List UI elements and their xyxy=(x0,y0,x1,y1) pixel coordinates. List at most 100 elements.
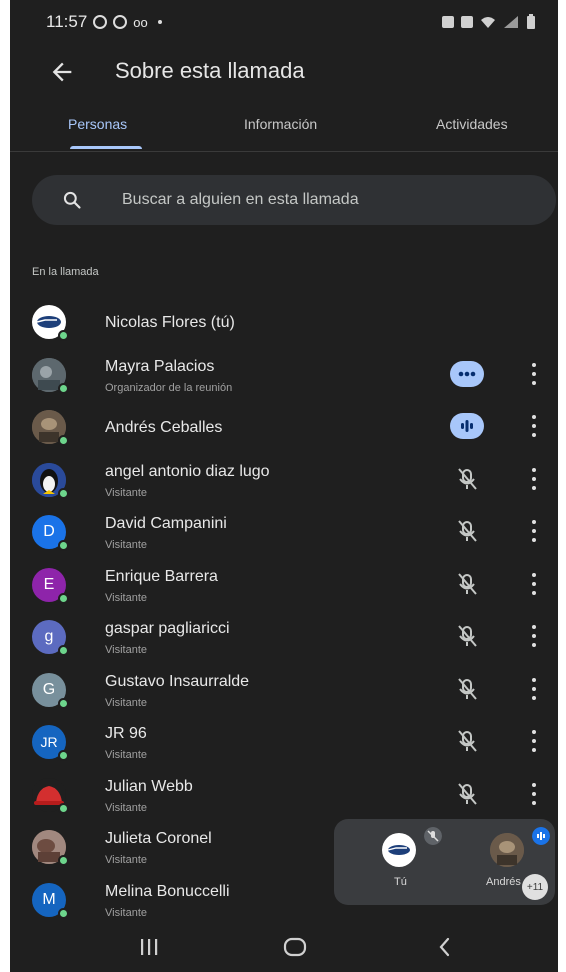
avatar-initial: g xyxy=(44,628,54,645)
avatar-initial: D xyxy=(43,523,55,540)
fish-logo-icon xyxy=(387,845,410,855)
search-bar[interactable] xyxy=(32,175,556,225)
participant-name: Melina Bonuccelli xyxy=(105,882,230,900)
avatar-initial: G xyxy=(42,680,56,698)
mic-off-icon xyxy=(458,730,477,752)
list-item[interactable]: D David Campanini Visitante xyxy=(10,506,558,559)
avatar xyxy=(32,410,69,446)
overflow-menu-icon[interactable] xyxy=(526,362,542,385)
overflow-menu-icon[interactable] xyxy=(526,415,542,437)
participant-name: Nicolas Flores (tú) xyxy=(105,314,235,331)
back-nav-icon[interactable] xyxy=(432,934,458,960)
participant-role: Organizador de la reunión xyxy=(105,381,233,394)
participant-role: Visitante xyxy=(105,539,147,551)
avatar xyxy=(32,305,69,341)
back-arrow-icon[interactable] xyxy=(48,58,76,86)
fish-logo-icon xyxy=(36,316,61,328)
call-info-screen: 11:57 oo Sobre esta llamada Personas Inf… xyxy=(10,0,558,972)
list-item[interactable]: Andrés Ceballes xyxy=(10,401,558,454)
overflow-menu-icon[interactable] xyxy=(526,572,542,595)
status-bar: 11:57 oo xyxy=(10,0,558,44)
mic-off-icon xyxy=(458,467,477,490)
alarm-icon xyxy=(442,16,454,28)
avatar: G xyxy=(32,672,69,709)
mic-off-icon xyxy=(458,572,477,595)
online-indicator xyxy=(58,487,69,499)
tab-actividades[interactable]: Actividades xyxy=(436,116,508,132)
online-indicator xyxy=(58,540,69,551)
list-item[interactable]: angel antonio diaz lugo Visitante xyxy=(10,454,558,507)
extra-participants-badge: +11 xyxy=(522,874,548,900)
overflow-menu-icon[interactable] xyxy=(526,730,542,752)
online-indicator xyxy=(58,330,69,341)
participant-name: Julieta Coronel xyxy=(105,830,212,847)
avatar xyxy=(32,830,69,866)
online-indicator xyxy=(58,750,69,761)
battery-icon xyxy=(527,14,535,29)
avatar-initial: M xyxy=(42,890,56,908)
list-item[interactable]: E Enrique Barrera Visitante xyxy=(10,559,558,612)
more-notifications-dot xyxy=(157,20,162,24)
overflow-menu-icon[interactable] xyxy=(526,467,542,490)
participant-name: Andrés Ceballes xyxy=(105,419,223,436)
mic-off-icon xyxy=(458,782,477,805)
avatar-initial: E xyxy=(43,575,55,593)
home-icon[interactable] xyxy=(282,934,308,960)
mic-off-badge-icon xyxy=(424,827,442,845)
clock: 11:57 xyxy=(46,12,88,31)
participant-role: Visitante xyxy=(105,906,147,919)
avatar: M xyxy=(32,882,69,919)
online-indicator xyxy=(58,592,69,604)
speaking-badge-icon xyxy=(532,827,550,845)
list-item[interactable]: G Gustavo Insaurralde Visitante xyxy=(10,664,558,717)
tab-personas[interactable]: Personas xyxy=(68,116,127,132)
speaker-label: Andrés xyxy=(486,876,521,888)
bluetooth-icon xyxy=(461,16,473,28)
recent-apps-icon[interactable] xyxy=(136,934,162,960)
online-indicator xyxy=(58,382,69,394)
list-item[interactable]: Julian Webb Visitante xyxy=(10,769,558,822)
participant-role: Visitante xyxy=(105,801,147,814)
participant-name: David Campanini xyxy=(105,515,227,532)
list-item[interactable]: Mayra Palacios Organizador de la reunión xyxy=(10,349,558,402)
online-indicator xyxy=(58,855,69,866)
online-indicator xyxy=(58,907,69,919)
list-item[interactable]: Nicolas Flores (tú) xyxy=(10,296,558,349)
participant-role: Visitante xyxy=(105,591,147,604)
mic-off-icon xyxy=(458,625,477,647)
search-input[interactable] xyxy=(122,185,522,215)
active-tab-indicator xyxy=(70,146,142,149)
wifi-icon xyxy=(481,17,495,28)
overflow-menu-icon[interactable] xyxy=(526,625,542,647)
photo-avatar-icon xyxy=(490,833,524,867)
avatar-initial: JR xyxy=(40,734,58,750)
speaking-indicator-icon[interactable] xyxy=(450,413,484,439)
participant-name: Enrique Barrera xyxy=(105,567,218,585)
speaker-tile xyxy=(490,833,524,867)
tab-bar: Personas Información Actividades xyxy=(10,108,558,152)
participant-name: Gustavo Insaurralde xyxy=(105,672,250,690)
system-nav-bar xyxy=(10,922,558,972)
mic-off-icon xyxy=(458,520,477,542)
self-tile xyxy=(382,833,416,867)
floating-call-preview[interactable]: Tú Andrés +11 xyxy=(334,819,555,905)
participant-name: gaspar pagliaricci xyxy=(105,620,230,637)
overflow-menu-icon[interactable] xyxy=(526,782,542,805)
voicemail-icon: oo xyxy=(133,14,148,30)
avatar: g xyxy=(32,620,69,656)
avatar: D xyxy=(32,515,69,551)
online-indicator xyxy=(58,435,69,446)
overflow-menu-icon[interactable] xyxy=(526,520,542,542)
search-icon xyxy=(63,191,81,209)
avatar xyxy=(32,357,69,394)
overflow-menu-icon[interactable] xyxy=(526,677,542,700)
list-item[interactable]: g gaspar pagliaricci Visitante xyxy=(10,611,558,664)
participant-role: Visitante xyxy=(105,749,147,761)
participant-name: angel antonio diaz lugo xyxy=(105,462,270,480)
dnd-icon xyxy=(113,15,128,29)
tab-informacion[interactable]: Información xyxy=(244,116,317,132)
participant-role: Visitante xyxy=(105,486,147,499)
list-item[interactable]: JR JR 96 Visitante xyxy=(10,716,558,769)
more-options-active-icon[interactable] xyxy=(450,360,484,387)
whatsapp-icon xyxy=(93,15,108,29)
